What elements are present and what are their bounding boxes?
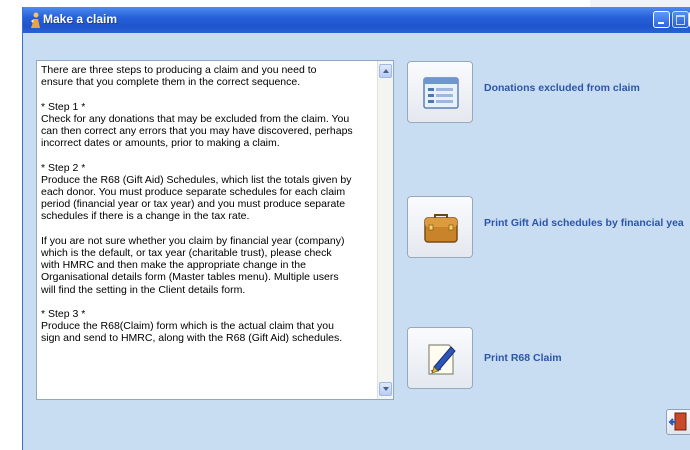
pen-document-icon [428, 344, 456, 375]
print-r68-claim-label[interactable]: Print R68 Claim [484, 352, 562, 364]
app-icon [31, 12, 40, 28]
title-bar[interactable]: Make a claim [23, 7, 690, 33]
minimize-icon[interactable] [653, 11, 670, 28]
exit-button[interactable] [666, 409, 690, 435]
background-strip [590, 0, 690, 7]
make-a-claim-window: Make a claim There are three steps to pr… [22, 7, 690, 450]
scroll-up-icon[interactable] [379, 64, 392, 78]
maximize-icon[interactable] [672, 11, 689, 28]
donations-excluded-label[interactable]: Donations excluded from claim [484, 82, 640, 94]
print-gift-aid-label[interactable]: Print Gift Aid schedules by financial ye… [484, 217, 684, 229]
list-form-icon [423, 77, 459, 109]
scroll-down-icon[interactable] [379, 382, 392, 396]
print-gift-aid-button[interactable] [407, 196, 473, 258]
instructions-textbox[interactable]: There are three steps to producing a cla… [36, 60, 394, 400]
exit-door-icon [668, 412, 687, 431]
instructions-scrollbar[interactable] [377, 61, 393, 399]
instructions-text: There are three steps to producing a cla… [41, 64, 353, 345]
window-title: Make a claim [43, 12, 118, 26]
donations-excluded-button[interactable] [407, 61, 473, 123]
print-r68-claim-button[interactable] [407, 327, 473, 389]
briefcase-icon [424, 214, 458, 243]
